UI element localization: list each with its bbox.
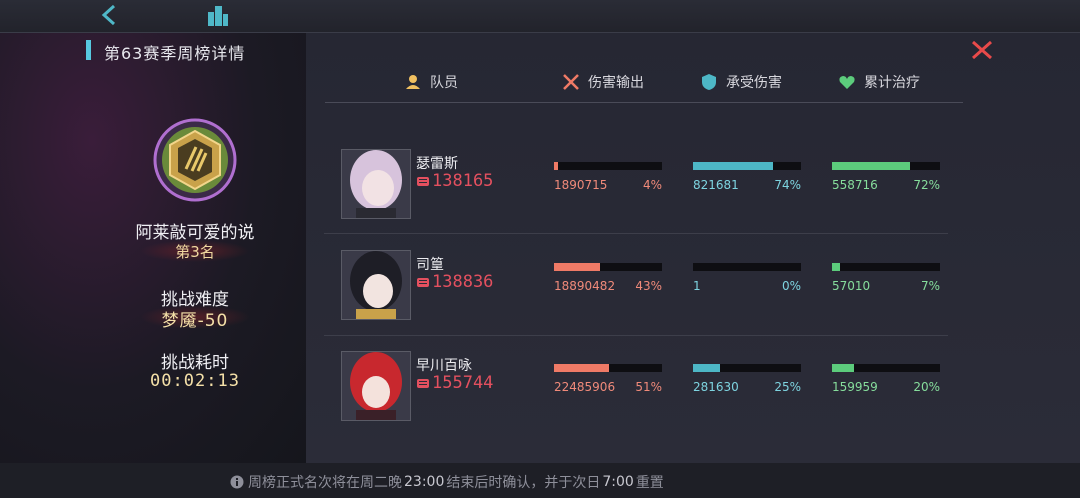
header-healing: 累计治疗 — [838, 70, 920, 94]
city-icon[interactable] — [204, 2, 232, 28]
header-taken: 承受伤害 — [700, 70, 782, 94]
taken-value: 1 — [693, 279, 701, 293]
damage-bar-fill — [554, 162, 559, 170]
healing-bar — [832, 162, 940, 170]
taken-value: 821681 — [693, 178, 739, 192]
header-damage: 伤害输出 — [562, 70, 644, 94]
reset-notice: 周榜正式名次将在周二晚 23:00 结束后时确认，并于次日 7:00 重置 — [230, 472, 664, 492]
fist-icon — [417, 379, 429, 388]
time-label: 挑战耗时 — [161, 353, 229, 373]
damage-bar — [554, 162, 662, 170]
member-power: 155744 — [416, 373, 493, 393]
taken-bar — [693, 364, 801, 372]
info-icon — [230, 475, 244, 489]
member-power-value: 138165 — [432, 171, 494, 191]
player-name: 阿莱敲可爱的说 — [135, 223, 255, 243]
taken-percent: 25% — [774, 380, 801, 394]
damage-bar — [554, 263, 662, 271]
member-power: 138836 — [416, 272, 493, 292]
member-power-value: 138836 — [432, 272, 494, 292]
fist-icon — [417, 177, 429, 186]
member-row[interactable]: 早川百咏 155744 22485906 51% 281630 25% 1599… — [324, 351, 948, 441]
header-member-label: 队员 — [430, 75, 458, 91]
player-rank: 第3名 — [175, 243, 215, 261]
time-value: 00:02:13 — [150, 371, 240, 391]
healing-bar-fill — [832, 364, 854, 372]
heart-icon — [839, 76, 855, 89]
member-avatar — [341, 250, 411, 320]
damage-value: 22485906 — [554, 380, 616, 394]
damage-value: 1890715 — [554, 178, 608, 192]
back-arrow-icon[interactable] — [96, 2, 124, 28]
member-avatar — [341, 351, 411, 421]
header-taken-label: 承受伤害 — [726, 75, 782, 91]
notice-text-a: 周榜正式名次将在周二晚 — [248, 475, 402, 491]
damage-percent: 4% — [642, 178, 662, 192]
row-divider — [324, 233, 948, 234]
crossed-swords-icon — [563, 74, 579, 90]
taken-percent: 74% — [774, 178, 801, 192]
header-member: 队员 — [404, 70, 458, 94]
member-row[interactable]: 瑟雷斯 138165 1890715 4% 821681 74% 558716 … — [324, 149, 948, 239]
healing-value: 558716 — [832, 178, 878, 192]
healing-value: 159959 — [832, 380, 878, 394]
member-power: 138165 — [416, 171, 493, 191]
fist-icon — [417, 278, 429, 287]
taken-bar-fill — [693, 162, 773, 170]
damage-percent: 51% — [635, 380, 662, 394]
taken-value: 281630 — [693, 380, 739, 394]
taken-bar — [693, 162, 801, 170]
difficulty-value: 梦魇-50 — [161, 311, 229, 331]
damage-bar — [554, 364, 662, 372]
healing-bar — [832, 263, 940, 271]
healing-bar-fill — [832, 263, 840, 271]
healing-bar-fill — [832, 162, 910, 170]
healing-value: 57010 — [832, 279, 871, 293]
notice-text-c: 重置 — [635, 475, 664, 491]
header-damage-label: 伤害输出 — [588, 75, 644, 91]
member-row[interactable]: 司篁 138836 18890482 43% 1 0% 57010 7% — [324, 250, 948, 340]
taken-bar — [693, 263, 801, 271]
healing-percent: 72% — [913, 178, 940, 192]
damage-bar-fill — [554, 263, 601, 271]
member-name: 瑟雷斯 — [416, 156, 458, 172]
taken-percent: 0% — [781, 279, 801, 293]
rank-emblem-icon — [153, 118, 237, 202]
healing-percent: 20% — [913, 380, 940, 394]
member-avatar — [341, 149, 411, 219]
notice-time-2: 7:00 — [602, 474, 634, 490]
damage-percent: 43% — [635, 279, 662, 293]
title-accent — [86, 40, 91, 60]
member-icon — [406, 75, 420, 89]
notice-time-1: 23:00 — [404, 474, 445, 490]
notice-text-b: 结束后时确认，并于次日 — [446, 475, 601, 491]
top-bar — [0, 0, 1080, 33]
window-title: 第63赛季周榜详情 — [104, 44, 246, 63]
header-divider — [325, 102, 963, 103]
header-healing-label: 累计治疗 — [864, 75, 920, 91]
member-name: 司篁 — [416, 257, 444, 273]
healing-bar — [832, 364, 940, 372]
row-divider — [324, 335, 948, 336]
damage-value: 18890482 — [554, 279, 616, 293]
taken-bar-fill — [693, 364, 720, 372]
member-power-value: 155744 — [432, 373, 494, 393]
close-icon[interactable] — [970, 39, 994, 61]
shield-icon — [702, 74, 716, 90]
healing-percent: 7% — [920, 279, 940, 293]
damage-bar-fill — [554, 364, 610, 372]
member-name: 早川百咏 — [416, 358, 472, 374]
